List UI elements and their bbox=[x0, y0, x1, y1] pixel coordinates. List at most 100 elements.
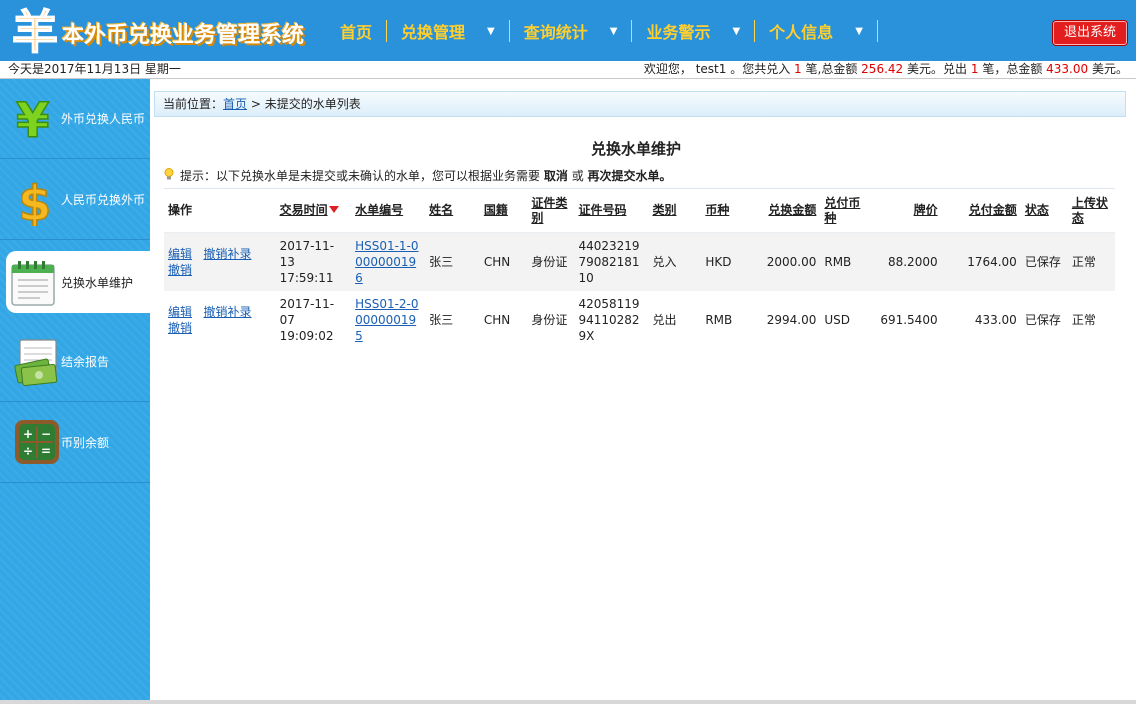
cancel-supplement-link[interactable]: 撤销补录 bbox=[203, 305, 251, 319]
cell-pay-amount: 1764.00 bbox=[941, 232, 1021, 291]
cell-kind: 兑入 bbox=[648, 232, 702, 291]
bottom-border bbox=[0, 700, 1136, 704]
breadcrumb-home-link[interactable]: 首页 bbox=[223, 97, 247, 111]
out-count: 1 bbox=[970, 62, 979, 76]
nav-business-alert[interactable]: 业务警示 ▼ bbox=[632, 16, 754, 46]
edit-link[interactable]: 编辑 bbox=[168, 247, 192, 261]
sort-desc-icon bbox=[328, 206, 339, 213]
chevron-down-icon: ▼ bbox=[855, 25, 863, 37]
sidebar-item-currency-balance[interactable]: + − ÷ = 币别余额 bbox=[0, 403, 150, 483]
cash-report-icon bbox=[14, 338, 58, 387]
svg-text:羊: 羊 bbox=[12, 6, 58, 56]
svg-text:−: − bbox=[41, 427, 51, 441]
table-row: 编辑 撤销补录 撤销 2017-11-13 17:59:11 HSS01-1-0… bbox=[164, 232, 1115, 291]
cell-pay-amount: 433.00 bbox=[974, 312, 1017, 327]
cell-time: 2017-11-13 17:59:11 bbox=[275, 232, 352, 291]
svg-text:÷: ÷ bbox=[23, 444, 33, 458]
breadcrumb-current: 未提交的水单列表 bbox=[264, 97, 361, 111]
cell-nationality: CHN bbox=[483, 312, 511, 327]
app-title: 本外币兑换业务管理系统 bbox=[62, 23, 305, 48]
sidebar-item-label: 币别余额 bbox=[61, 436, 110, 450]
sidebar-item-label: 外币兑换人民币 bbox=[61, 112, 146, 126]
cell-currency: RMB bbox=[705, 312, 733, 327]
col-header-name[interactable]: 姓名 bbox=[425, 188, 480, 233]
cancel-supplement-link[interactable]: 撤销补录 bbox=[203, 247, 251, 261]
receipt-link[interactable]: HSS01-2-0000000195 bbox=[355, 297, 418, 343]
sidebar-item-label: 兑换水单维护 bbox=[61, 275, 134, 290]
sidebar-item-balance-report[interactable]: 结余报告 bbox=[0, 322, 150, 402]
in-count: 1 bbox=[794, 62, 802, 76]
nav-query-statistics[interactable]: 查询统计 ▼ bbox=[510, 16, 632, 46]
cell-status: 已保存 bbox=[1020, 232, 1068, 291]
cell-currency: HKD bbox=[701, 232, 751, 291]
cell-kind: 兑出 bbox=[652, 312, 677, 327]
cell-id-type: 身份证 bbox=[527, 232, 575, 291]
svg-text:$: $ bbox=[18, 176, 51, 226]
sidebar-item-label: 结余报告 bbox=[61, 355, 110, 369]
revoke-link[interactable]: 撤销 bbox=[168, 321, 192, 335]
col-header-upload-status[interactable]: 上传状态 bbox=[1067, 188, 1115, 233]
calculator-icon: + − ÷ = bbox=[14, 419, 59, 467]
app-logo: 羊 本外币兑换业务管理系统 bbox=[11, 4, 305, 60]
col-header-time[interactable]: 交易时间 bbox=[275, 188, 352, 233]
sidebar-item-foreign-to-rmb[interactable]: ¥ 外币兑换人民币 bbox=[0, 79, 150, 159]
col-header-amount[interactable]: 兑换金额 bbox=[750, 188, 821, 233]
edit-link[interactable]: 编辑 bbox=[168, 305, 192, 319]
cell-pay-currency: USD bbox=[824, 312, 850, 327]
table-row: 编辑 撤销补录 撤销 2017-11-07 19:09:02 HSS01-2-0… bbox=[164, 291, 1115, 349]
col-header-id-number[interactable]: 证件号码 bbox=[574, 188, 649, 233]
cell-id-number: 42058119941102829X bbox=[578, 296, 640, 343]
row-actions: 编辑 撤销补录 撤销 bbox=[164, 291, 276, 349]
sidebar-item-rmb-to-foreign[interactable]: $ 人民币兑换外币 bbox=[0, 160, 150, 240]
breadcrumb: 当前位置：首页 > 未提交的水单列表 bbox=[154, 91, 1126, 117]
col-header-status[interactable]: 状态 bbox=[1020, 188, 1068, 233]
tip-message: 提示：以下兑换水单是未提交或未确认的水单，您可以根据业务需要 取消 或 再次提交… bbox=[164, 167, 672, 184]
col-header-nationality[interactable]: 国籍 bbox=[479, 188, 528, 233]
page-title: 兑换水单维护 bbox=[590, 140, 681, 158]
lightbulb-icon bbox=[164, 168, 174, 180]
yuan-icon: ¥ bbox=[14, 92, 56, 150]
col-header-rate[interactable]: 牌价 bbox=[875, 188, 942, 233]
receipt-table: 操作 交易时间 水单编号 姓名 国籍 证件类别 证件号码 类别 币种 兑换金额 … bbox=[164, 188, 1115, 349]
cell-rate: 691.5400 bbox=[880, 312, 938, 327]
dollar-icon: $ bbox=[14, 175, 56, 233]
nav-home[interactable]: 首页 bbox=[326, 16, 386, 46]
logo-mark-icon: 羊 bbox=[11, 4, 68, 60]
logout-button[interactable]: 退出系统 bbox=[1053, 21, 1127, 45]
chevron-down-icon: ▼ bbox=[487, 25, 495, 37]
col-header-id-type[interactable]: 证件类别 bbox=[527, 188, 575, 233]
current-date: 今天是2017年11月13日 星期一 bbox=[8, 62, 181, 76]
notepad-icon bbox=[10, 259, 55, 307]
receipt-link[interactable]: HSS01-1-0000000196 bbox=[355, 239, 418, 285]
in-amount: 256.42 bbox=[861, 62, 904, 76]
main-nav: 首页 兑换管理 ▼ 查询统计 ▼ 业务警示 ▼ 个人信息 ▼ bbox=[326, 16, 878, 46]
row-actions: 编辑 撤销补录 撤销 bbox=[164, 232, 276, 291]
cell-id-number: 440232197908218110 bbox=[574, 232, 649, 291]
svg-text:¥: ¥ bbox=[16, 93, 49, 143]
col-header-actions: 操作 bbox=[164, 188, 276, 233]
nav-personal-info[interactable]: 个人信息 ▼ bbox=[755, 16, 877, 46]
cell-time: 2017-11-07 19:09:02 bbox=[279, 296, 335, 343]
col-header-pay-amount[interactable]: 兑付金额 bbox=[941, 188, 1021, 233]
nav-divider bbox=[876, 20, 878, 42]
cell-id-type: 身份证 bbox=[531, 312, 568, 327]
sidebar-item-label: 人民币兑换外币 bbox=[61, 193, 146, 207]
revoke-link[interactable]: 撤销 bbox=[168, 263, 192, 277]
top-header: 羊 本外币兑换业务管理系统 首页 兑换管理 ▼ 查询统计 ▼ 业务警示 ▼ 个人信息 ▼… bbox=[0, 0, 1136, 61]
cell-name: 张三 bbox=[425, 232, 480, 291]
sidebar: ¥ 外币兑换人民币 $ 人民币兑换外币 兑换水单维护 结余报告 + − ÷ = … bbox=[0, 79, 150, 704]
col-header-currency[interactable]: 币种 bbox=[701, 188, 751, 233]
nav-exchange-management[interactable]: 兑换管理 ▼ bbox=[387, 16, 509, 46]
col-header-pay-currency[interactable]: 兑付币种 bbox=[820, 188, 876, 233]
col-header-kind[interactable]: 类别 bbox=[648, 188, 702, 233]
main-content: 当前位置：首页 > 未提交的水单列表 兑换水单维护 提示：以下兑换水单是未提交或… bbox=[150, 79, 1136, 704]
cell-upload-status: 正常 bbox=[1067, 232, 1115, 291]
cell-upload-status: 正常 bbox=[1071, 312, 1096, 327]
cell-receipt-no: HSS01-2-0000000195 bbox=[351, 291, 425, 349]
col-header-receipt-no[interactable]: 水单编号 bbox=[351, 188, 426, 233]
cell-name: 张三 bbox=[429, 312, 454, 327]
svg-text:+: + bbox=[23, 427, 33, 441]
cell-rate: 88.2000 bbox=[875, 232, 942, 291]
sidebar-item-receipt-maintenance[interactable]: 兑换水单维护 bbox=[6, 251, 150, 313]
out-amount: 433.00 bbox=[1046, 62, 1089, 76]
